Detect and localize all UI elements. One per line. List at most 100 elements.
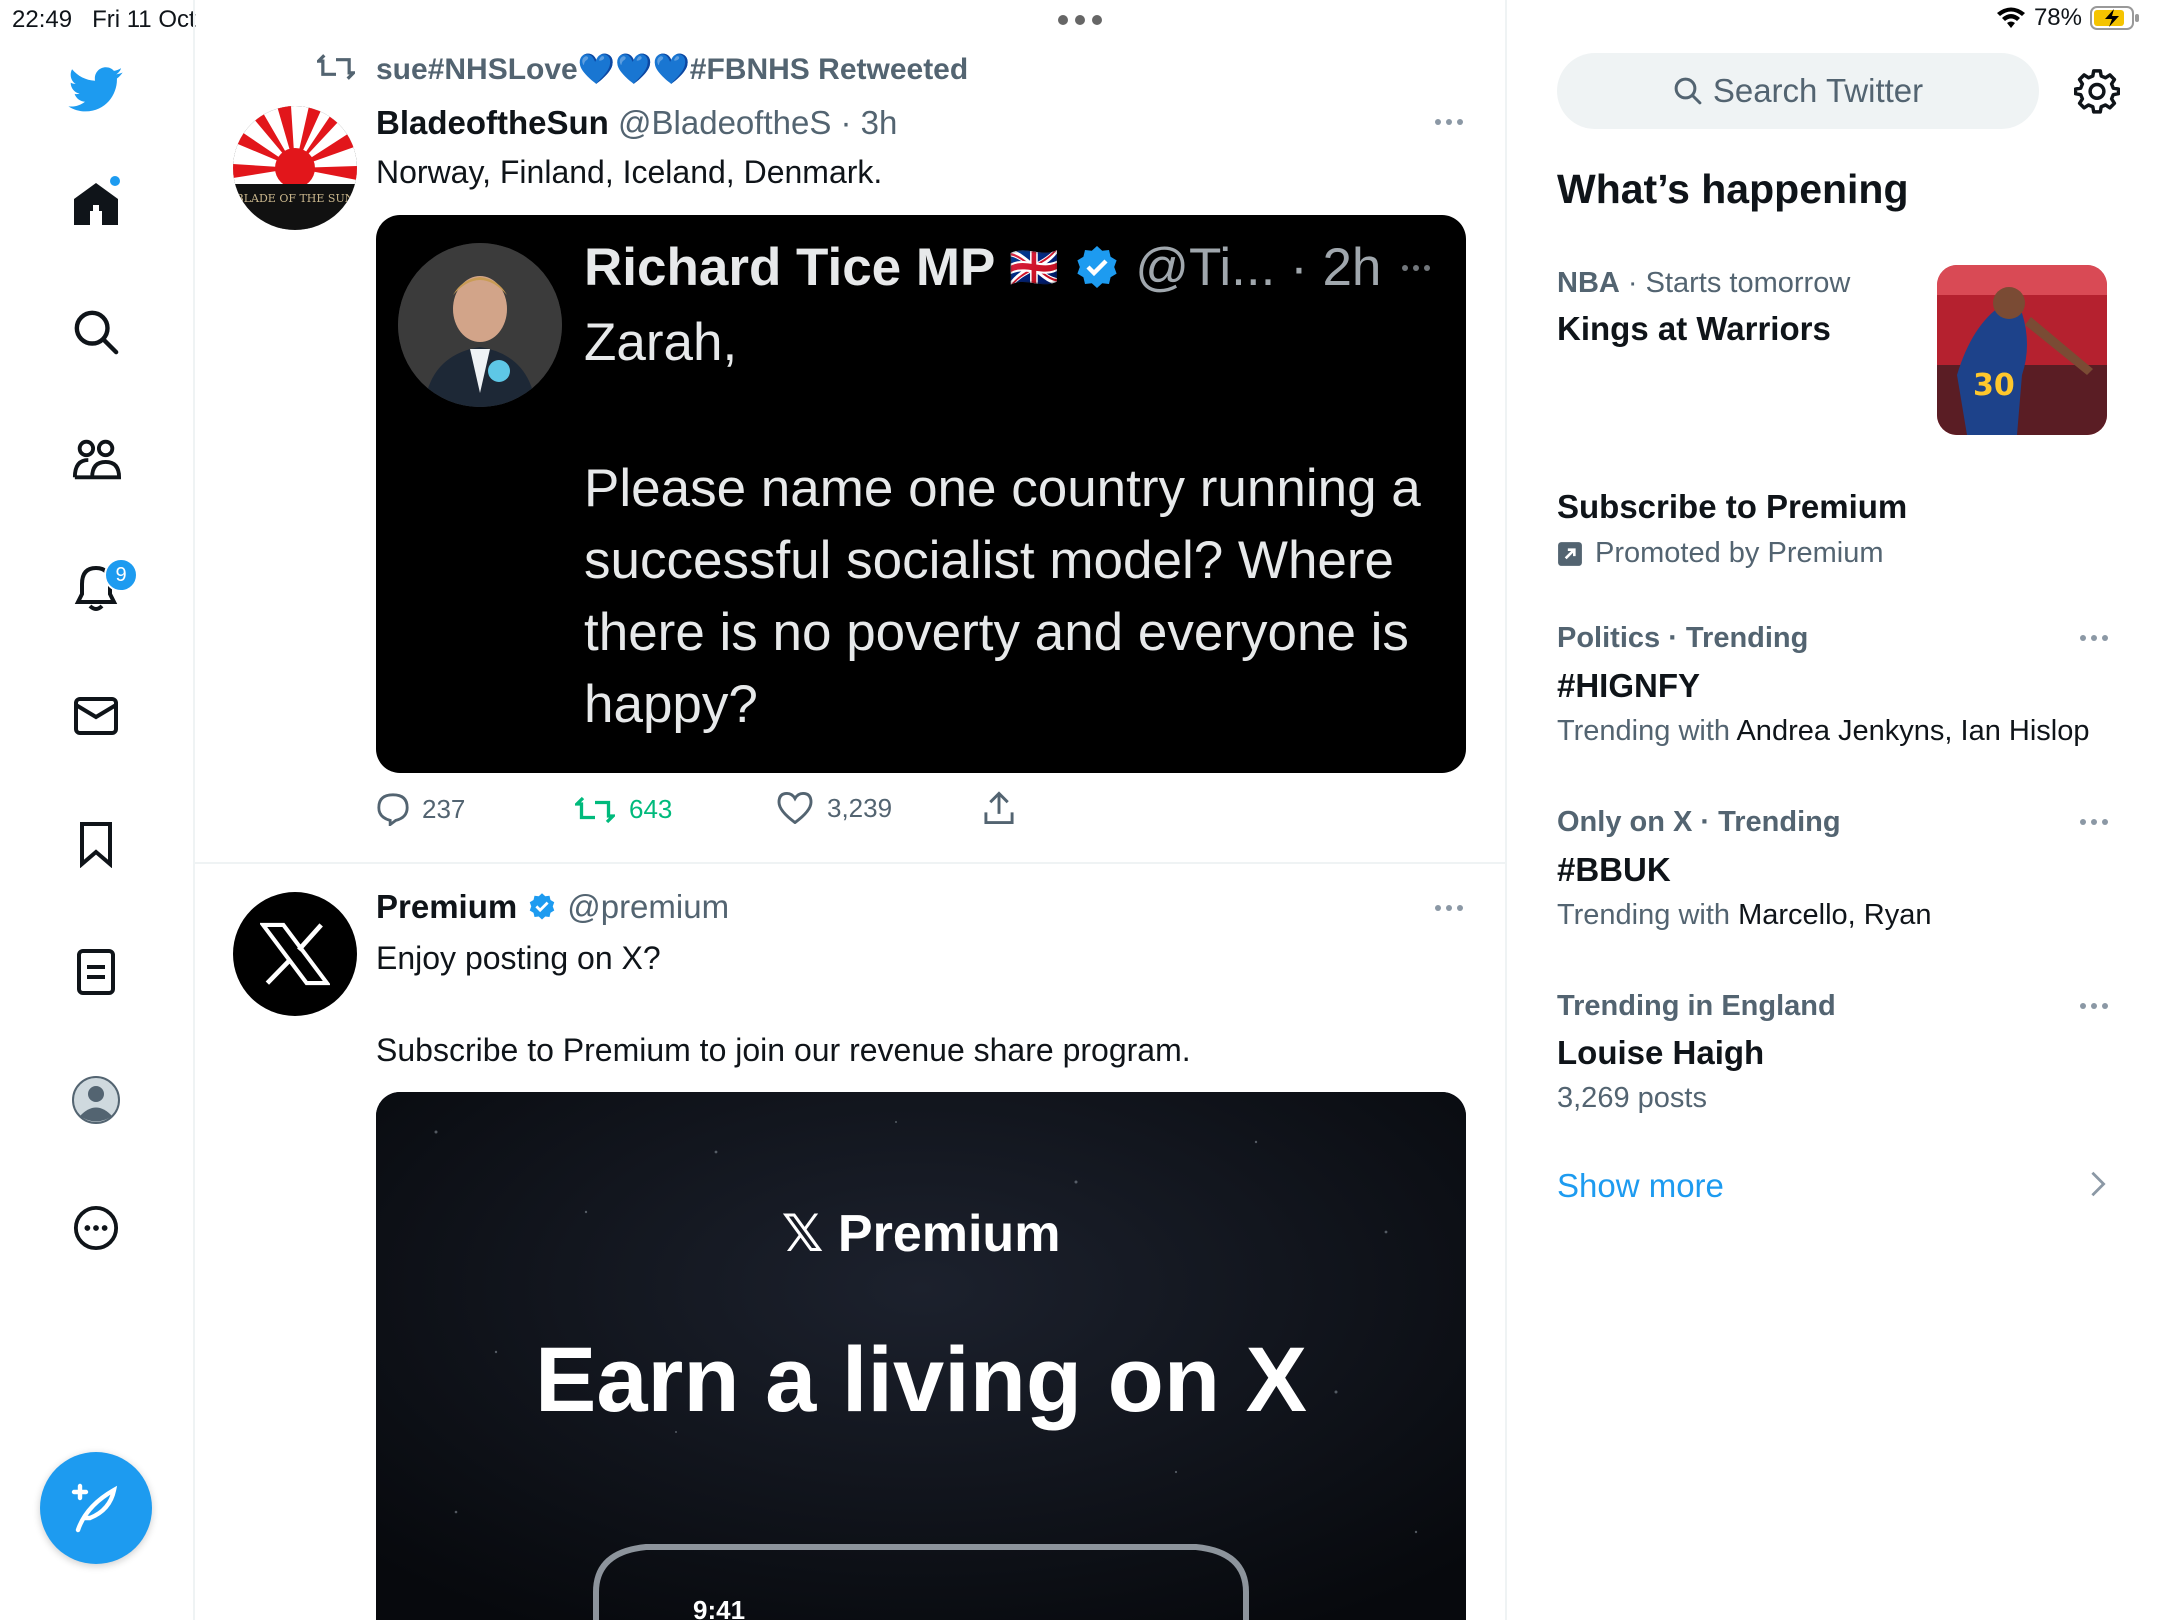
quoted-name: Richard Tice MP — [584, 238, 996, 297]
bladeofthesun-avatar[interactable]: BLADE OF THE SUN — [233, 106, 357, 230]
tweet-more-options[interactable] — [1435, 905, 1463, 911]
premium-promo-media[interactable]: 𝕏 Premium Earn a living on X 9:41 — [376, 1092, 1466, 1620]
trend-post-count: 3,269 posts — [1557, 1082, 1707, 1114]
trend-title: Kings at Warriors — [1557, 310, 1831, 347]
lists-icon — [77, 949, 115, 995]
profile-icon — [72, 1076, 120, 1124]
search-icon — [1674, 77, 1702, 105]
x-premium-logo: 𝕏 Premium — [781, 1205, 1061, 1263]
retweet-count: 643 — [629, 794, 673, 824]
like-button[interactable]: 3,239 — [777, 792, 892, 824]
tweet-text-line1: Enjoy posting on X? — [376, 940, 661, 976]
nav-profile[interactable] — [66, 1070, 126, 1130]
tweet-more-options[interactable] — [1435, 119, 1463, 125]
retweet-icon — [575, 796, 615, 823]
premium-avatar[interactable] — [233, 892, 357, 1016]
tweet-text-line2: Subscribe to Premium to join our revenue… — [376, 1032, 1191, 1068]
nav-bookmarks[interactable] — [66, 814, 126, 874]
quoted-avatar — [398, 243, 562, 407]
whats-happening-title: What’s happening — [1557, 166, 1909, 212]
nav-lists[interactable] — [66, 942, 126, 1002]
tweet1-header: BladeoftheSun @BladeoftheS · 3h — [376, 104, 897, 142]
tweet-text: Norway, Finland, Iceland, Denmark. — [376, 154, 883, 190]
notification-count-badge: 9 — [104, 558, 138, 592]
quoted-text-line1: Zarah, — [584, 313, 738, 372]
trend-category: NBA — [1557, 267, 1620, 299]
nav-explore[interactable] — [66, 302, 126, 362]
promoted-by: Promoted by Premium — [1595, 537, 1884, 569]
verified-badge-icon — [1077, 245, 1117, 288]
sidebar-nav: 9 — [0, 0, 195, 1620]
trending-with-label: Trending with — [1557, 899, 1739, 931]
share-button[interactable] — [983, 790, 1015, 831]
quoted-header: Richard Tice MP 🇬🇧 @Ti... · 2h — [584, 237, 1381, 298]
chevron-right-icon — [2089, 1170, 2107, 1203]
show-more-link[interactable]: Show more — [1557, 1167, 1724, 1205]
promoted-icon — [1558, 541, 1582, 566]
quoted-handle-time: @Ti... · 2h — [1135, 238, 1382, 297]
verified-badge-icon — [529, 893, 555, 920]
trending-with-names: Andrea Jenkyns, Ian Hislop — [1736, 715, 2090, 747]
promo-headline: Earn a living on X — [535, 1329, 1307, 1431]
trend-thumbnail: 30 — [1937, 265, 2107, 435]
trend-title: #BBUK — [1557, 851, 1671, 888]
uk-flag-icon: 🇬🇧 — [1009, 246, 1060, 290]
right-sidebar: Search Twitter What’s happening NBA · St… — [1507, 0, 2160, 1620]
communities-icon — [72, 439, 121, 480]
home-icon — [74, 183, 118, 225]
nav-notifications[interactable]: 9 — [66, 558, 138, 618]
trend-context: Trending with Marcello, Ryan — [1557, 899, 1931, 932]
like-count: 3,239 — [827, 792, 893, 823]
tweet-divider — [193, 862, 1505, 864]
author-handle-time[interactable]: @BladeoftheS · 3h — [618, 104, 897, 141]
heart-icon — [777, 792, 813, 824]
trend-time: · Starts tomorrow — [1619, 267, 1851, 299]
retweet-small-icon — [314, 52, 358, 87]
compose-tweet-button[interactable] — [40, 1452, 152, 1564]
nav-more[interactable] — [66, 1198, 126, 1258]
quoted-text-body: Please name one country running a succes… — [584, 459, 1421, 734]
nav-communities[interactable] — [66, 430, 126, 490]
trend-meta: Only on X · Trending — [1557, 806, 1841, 838]
trend-context: Trending with Andrea Jenkyns, Ian Hislop — [1557, 715, 2090, 748]
more-icon — [73, 1205, 119, 1251]
trend-title: Louise Haigh — [1557, 1034, 1765, 1071]
trending-with-label: Trending with — [1557, 715, 1737, 747]
compose-feather-icon — [71, 1483, 118, 1533]
trend-more-options[interactable] — [2080, 819, 2108, 825]
new-posts-dot — [110, 176, 120, 186]
timeline[interactable]: sue#NHSLove💙💙💙#FBNHS Retweeted BLADE OF … — [193, 0, 1507, 1620]
retweet-button[interactable]: 643 — [575, 794, 672, 825]
trend-meta: Politics · Trending — [1557, 622, 1809, 654]
search-input[interactable]: Search Twitter — [1557, 53, 2039, 129]
author-handle[interactable]: @premium — [567, 888, 729, 926]
trend-more-options[interactable] — [2080, 635, 2108, 641]
trend-more-options[interactable] — [2080, 1003, 2108, 1009]
retweeted-by-label[interactable]: sue#NHSLove💙💙💙#FBNHS Retweeted — [376, 52, 968, 87]
promoted-label: Promoted by Premium — [1557, 537, 1884, 570]
search-icon — [74, 310, 119, 355]
trending-with-names: Marcello, Ryan — [1738, 899, 1932, 931]
tweet2-header: Premium @premium — [376, 888, 729, 926]
nav-home[interactable] — [66, 174, 126, 234]
share-icon — [984, 791, 1014, 824]
search-placeholder: Search Twitter — [1712, 72, 1924, 109]
trend-title: #HIGNFY — [1557, 667, 1701, 704]
trend-meta: Trending in England — [1557, 990, 1836, 1022]
reply-icon — [377, 793, 409, 826]
reply-button[interactable]: 237 — [376, 792, 465, 826]
settings-button[interactable] — [2073, 68, 2121, 119]
avatar-text: BLADE OF THE SUN — [236, 192, 355, 205]
twitter-logo-icon[interactable] — [66, 60, 126, 120]
tweet-media-image[interactable]: Richard Tice MP 🇬🇧 @Ti... · 2h Zarah, Pl… — [376, 215, 1466, 773]
reply-count: 237 — [422, 793, 466, 824]
svg-text:30: 30 — [1973, 368, 2015, 403]
nav-messages[interactable] — [66, 686, 126, 746]
messages-icon — [74, 697, 118, 735]
author-name[interactable]: Premium — [376, 888, 517, 926]
trend-meta: NBA · Starts tomorrow — [1557, 267, 1850, 300]
phone-time: 9:41 — [693, 1595, 746, 1620]
gear-icon — [2073, 69, 2121, 114]
author-name[interactable]: BladeoftheSun — [376, 104, 609, 141]
x-logo-icon — [260, 922, 330, 986]
